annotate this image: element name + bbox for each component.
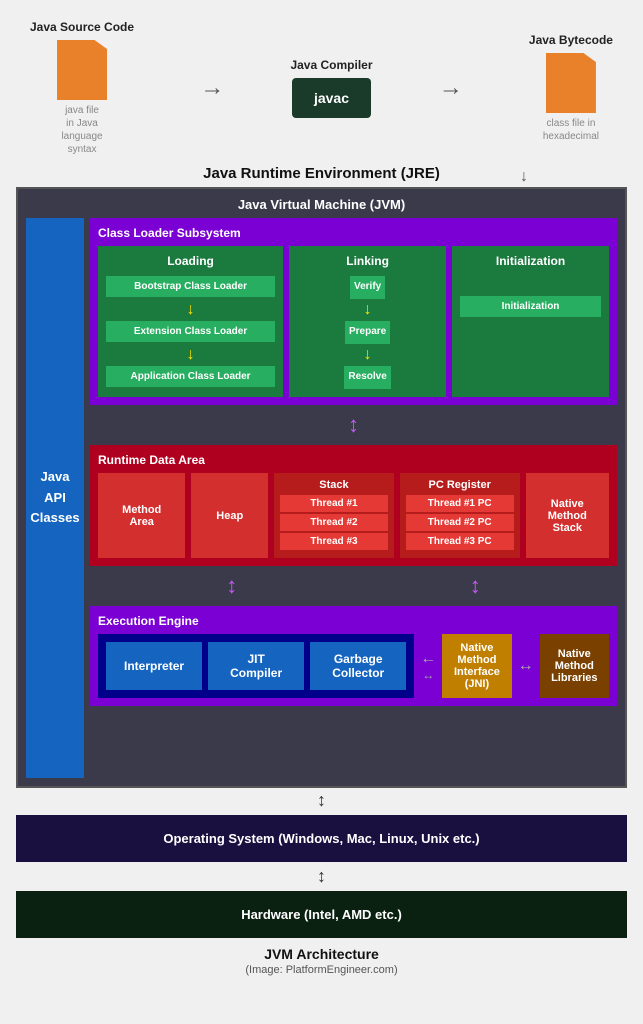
native-method-interface: NativeMethodInterface(JNI) [442,634,511,698]
thread3: Thread #3 [280,533,388,550]
top-section: Java Source Code java filein Javalanguag… [10,10,633,161]
page: Java Source Code java filein Javalanguag… [0,0,643,986]
bytecode-item: Java Bytecode class file inhexadecimal [529,33,613,143]
resolve-box: Resolve [344,366,390,389]
arrow-jvm-os: ↕ [10,790,633,811]
garbage-collector: GarbageCollector [310,642,406,690]
cls-initialization: Initialization Initialization [452,246,609,397]
cls-linking: Linking Verify ↓ Prepare ↓ Resolve [289,246,446,397]
bytecode-sublabel: class file inhexadecimal [543,117,599,143]
jvm-box: Java Virtual Machine (JVM) JavaAPIClasse… [16,187,627,788]
bytecode-doc-icon [546,53,596,113]
arrow-to-compiler: → [200,74,224,102]
jre-row: Java Runtime Environment (JRE) ↓ [10,165,633,183]
stack: Stack Thread #1 Thread #2 Thread #3 [274,473,394,558]
init-box: Initialization [460,296,601,317]
os-section: Operating System (Windows, Mac, Linux, U… [16,815,627,862]
source-code-title: Java Source Code [30,20,134,34]
arrow-os-hw: ↕ [10,866,633,887]
java-api-sidebar: JavaAPIClasses [26,218,84,778]
thread2: Thread #2 [280,514,388,531]
extension-loader: Extension Class Loader [106,321,275,342]
jit-compiler: JITCompiler [208,642,304,690]
jvm-inner: JavaAPIClasses Class Loader Subsystem Lo… [26,218,617,778]
arrow-nmi-nml: ↔ [518,634,534,698]
pc-title: PC Register [406,479,514,491]
bootstrap-loader: Bootstrap Class Loader [106,276,275,297]
heap: Heap [191,473,268,558]
linking-title: Linking [346,254,389,268]
rda-title: Runtime Data Area [98,453,609,467]
exec-title: Execution Engine [98,614,609,628]
arrow-rda-exec: ↕ ↕ [90,573,617,599]
compiler-item: Java Compiler javac [290,58,372,118]
arrow-bootstrap-ext: ↓ [187,301,195,319]
exec-native-arrows: ← ↔ [420,634,436,698]
method-area: MethodArea [98,473,185,558]
jvm-main: Class Loader Subsystem Loading Bootstrap… [90,218,617,778]
thread2-pc: Thread #2 PC [406,514,514,531]
exec-right-box: NativeMethodInterface(JNI) ↔ NativeMetho… [442,634,609,698]
cls-title: Class Loader Subsystem [98,226,609,240]
compiler-box: javac [292,78,371,118]
jre-arrow: ↓ [520,168,528,186]
arrow-verify-prepare: ↓ [364,301,372,319]
thread1-pc: Thread #1 PC [406,495,514,512]
nml-label: NativeMethodLibraries [551,648,597,684]
native-method-stack-label: NativeMethodStack [548,498,587,534]
source-doc-icon [57,40,107,100]
thread1: Thread #1 [280,495,388,512]
native-method-libraries: NativeMethodLibraries [540,634,609,698]
source-sublabel: java filein Javalanguagesyntax [61,104,102,156]
interpreter: Interpreter [106,642,202,690]
verify-box: Verify [350,276,385,299]
jvm-title: Java Virtual Machine (JVM) [26,197,617,212]
jre-label: Java Runtime Environment (JRE) [203,165,440,182]
exec-inner: Interpreter JITCompiler GarbageCollector… [98,634,609,698]
arrow-ext-app: ↓ [187,346,195,364]
native-method-stack: NativeMethodStack [526,473,609,558]
cls-inner: Loading Bootstrap Class Loader ↓ Extensi… [98,246,609,397]
class-loader-subsystem: Class Loader Subsystem Loading Bootstrap… [90,218,617,405]
java-api-label: JavaAPIClasses [30,467,79,529]
caption-sub: (Image: PlatformEngineer.com) [10,964,633,976]
execution-engine: Execution Engine Interpreter JITCompiler… [90,606,617,706]
method-area-label: MethodArea [122,504,161,528]
arrow-exec-native: ← [420,650,436,668]
heap-label: Heap [216,510,243,522]
jit-label: JITCompiler [230,652,282,680]
arrow-prepare-resolve: ↓ [364,346,372,364]
arrow-right: ↕ [470,573,481,599]
compiler-title: Java Compiler [290,58,372,72]
thread3-pc: Thread #3 PC [406,533,514,550]
cls-loading: Loading Bootstrap Class Loader ↓ Extensi… [98,246,283,397]
hw-section: Hardware (Intel, AMD etc.) [16,891,627,938]
arrow-cls-rda: ↕ [90,412,617,438]
gc-label: GarbageCollector [332,652,384,680]
arrow-exec-native2: ↔ [422,668,434,682]
rda-inner: MethodArea Heap Stack Thread #1 Thread #… [98,473,609,558]
init-title: Initialization [496,254,565,268]
arrow-to-bytecode: → [439,74,463,102]
pc-register: PC Register Thread #1 PC Thread #2 PC Th… [400,473,520,558]
exec-left-box: Interpreter JITCompiler GarbageCollector [98,634,414,698]
application-loader: Application Class Loader [106,366,275,387]
loading-title: Loading [167,254,214,268]
source-code-item: Java Source Code java filein Javalanguag… [30,20,134,156]
bytecode-title: Java Bytecode [529,33,613,47]
stack-title: Stack [280,479,388,491]
nmi-label: NativeMethodInterface(JNI) [454,642,500,690]
arrow-left: ↕ [226,573,237,599]
caption: JVM Architecture [10,946,633,962]
prepare-box: Prepare [345,321,390,344]
runtime-data-area: Runtime Data Area MethodArea Heap Stack … [90,445,617,566]
